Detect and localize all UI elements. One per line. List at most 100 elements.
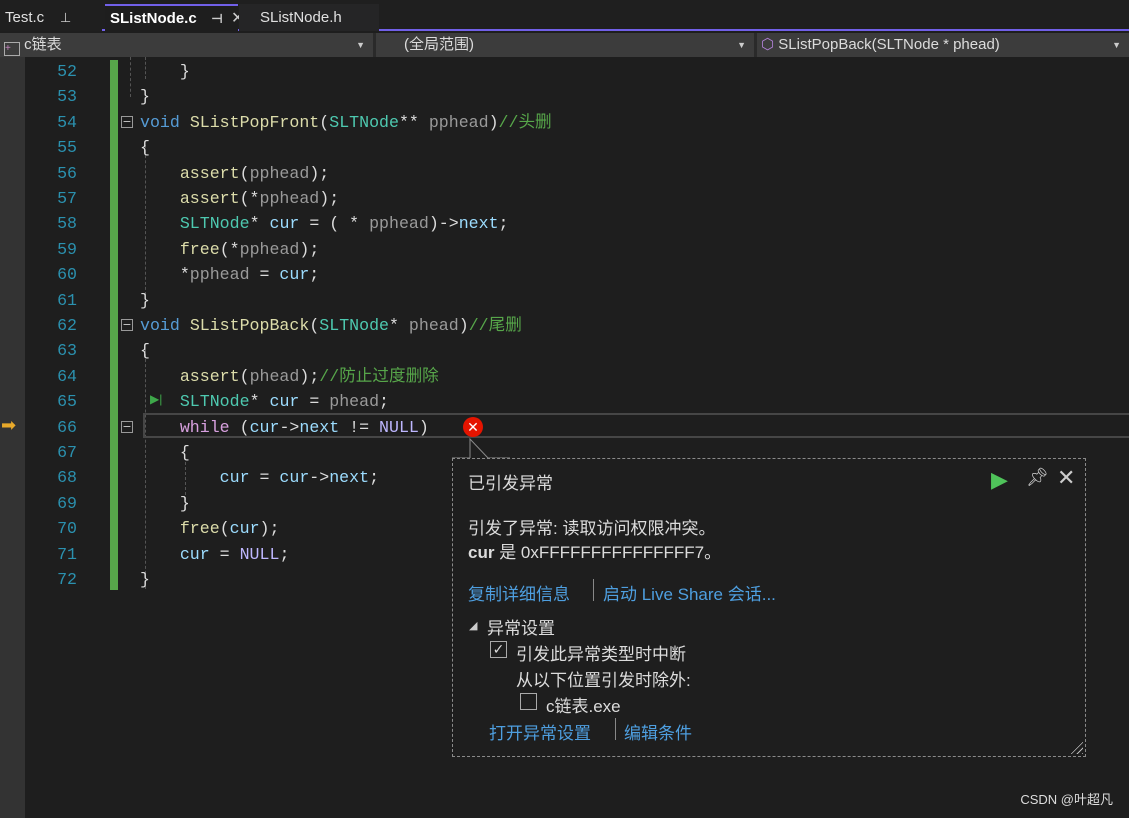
code-token: NULL <box>379 417 419 437</box>
pin-icon[interactable]: ⊣ <box>211 6 223 31</box>
code-line[interactable]: 56 assert(pphead); <box>25 161 1129 186</box>
code-token: = <box>249 265 280 285</box>
collapse-icon[interactable]: − <box>121 420 133 433</box>
collapse-triangle-icon[interactable]: ◢ <box>469 619 477 632</box>
code-text: } <box>140 567 150 592</box>
line-number: 59 <box>57 239 77 259</box>
line-number: 71 <box>57 544 77 564</box>
code-token: //头删 <box>498 112 552 132</box>
close-icon[interactable]: ✕ <box>1057 465 1075 491</box>
code-token: )-> <box>428 214 459 234</box>
code-token: void <box>140 316 180 335</box>
code-line[interactable]: 59 free(*pphead); <box>25 237 1129 262</box>
exception-settings-header[interactable]: 异常设置 <box>487 614 555 639</box>
code-token: assert <box>179 163 240 183</box>
line-number: 72 <box>57 570 77 589</box>
code-text: } <box>140 84 150 109</box>
scope-dropdown[interactable]: (全局范围) ▼ <box>376 33 757 57</box>
code-token: ( <box>319 112 330 132</box>
indicator-margin[interactable]: ➡ <box>0 57 25 818</box>
code-line[interactable]: 52 } <box>25 59 1129 84</box>
line-number: 60 <box>57 265 77 285</box>
exe-checkbox[interactable] <box>520 693 537 710</box>
collapse-icon[interactable]: − <box>121 115 133 128</box>
project-dropdown[interactable]: + c链表 ▼ <box>0 33 376 57</box>
code-token: { <box>140 138 150 158</box>
project-label: c链表 <box>24 36 62 53</box>
line-number: 53 <box>57 87 77 107</box>
code-token: ); <box>309 163 330 183</box>
chevron-down-icon: ▼ <box>737 40 746 50</box>
line-number: 63 <box>57 341 77 361</box>
code-text: void SListPopBack(SLTNode* phead)//尾删 <box>140 313 522 338</box>
tab-test-c[interactable]: Test.c ⊥ <box>0 4 102 31</box>
collapse-icon[interactable]: − <box>121 319 133 331</box>
code-token: ( <box>229 417 250 437</box>
pin-icon[interactable]: 📌︎ <box>1026 467 1049 488</box>
code-token: ; <box>309 265 320 285</box>
code-line[interactable]: 54 − void SListPopFront(SLTNode** pphead)/… <box>25 110 1129 135</box>
tab-slistnode-c[interactable]: SListNode.c ⊣ ✕ <box>105 4 244 31</box>
code-line[interactable]: 58 SLTNode* cur = ( * pphead)->next; <box>25 211 1129 236</box>
code-line[interactable]: 65 SLTNode* cur = phead; <box>25 389 1129 414</box>
code-text: assert(pphead); <box>140 161 329 186</box>
open-exception-settings-link[interactable]: 打开异常设置 <box>489 719 591 744</box>
edit-conditions-link[interactable]: 编辑条件 <box>624 719 692 744</box>
break-checkbox[interactable]: ✓ <box>490 641 507 658</box>
code-token: cur <box>219 468 250 488</box>
code-text: void SListPopFront(SLTNode** pphead)//头删 <box>140 110 552 135</box>
popup-pointer <box>452 437 510 459</box>
code-token: free <box>179 239 220 259</box>
exception-message: 引发了异常: 读取访问权限冲突。 <box>468 519 716 538</box>
member-label: SListPopBack(SLTNode * phead) <box>778 36 1000 53</box>
member-dropdown[interactable]: ⬡ SListPopBack(SLTNode * phead) ▼ <box>757 33 1129 57</box>
code-token: ); <box>299 366 320 386</box>
code-line[interactable]: 64 assert(phead);//防止过度删除 <box>25 364 1129 389</box>
code-line[interactable]: 53} <box>25 84 1129 109</box>
code-text: SLTNode* cur = ( * pphead)->next; <box>140 211 509 236</box>
project-icon: + <box>4 42 20 56</box>
code-text: SLTNode* cur = phead; <box>140 389 389 414</box>
code-token: void <box>140 112 180 132</box>
code-token: next <box>458 214 499 234</box>
code-token: NULL <box>239 544 280 564</box>
code-token: * <box>249 392 270 412</box>
copy-details-link[interactable]: 复制详细信息 <box>468 580 570 605</box>
continue-icon[interactable]: ▶ <box>991 467 1008 493</box>
pin-icon[interactable]: ⊥ <box>60 4 71 31</box>
code-text: { <box>140 338 150 363</box>
tab-strip: Test.c ⊥ SListNode.c ⊣ ✕ SListNode.h <box>0 0 1129 31</box>
line-number: 56 <box>57 163 77 183</box>
run-to-click-icon[interactable]: ▶| <box>150 392 162 406</box>
code-token: SListPopFront <box>189 112 320 132</box>
code-token: next <box>329 468 370 488</box>
exe-label: c链表.exe <box>546 697 621 716</box>
code-line[interactable]: 62 − void SListPopBack(SLTNode* phead)//尾删 <box>25 313 1129 338</box>
tab-slistnode-h[interactable]: SListNode.h <box>239 4 379 31</box>
code-token: ) <box>418 417 429 437</box>
code-token: while <box>179 417 230 437</box>
code-line[interactable]: 60 *pphead = cur; <box>25 262 1129 287</box>
code-text: cur = cur->next; <box>140 465 379 490</box>
code-token: cur <box>249 417 280 437</box>
resize-grip-icon[interactable] <box>1069 740 1083 754</box>
code-token: cur <box>269 392 300 412</box>
code-line[interactable]: 63 { <box>25 338 1129 363</box>
navigation-bar: + c链表 ▼ (全局范围) ▼ ⬡ SListPopBack(SLTNode * … <box>0 33 1129 57</box>
code-line[interactable]: 61} <box>25 288 1129 313</box>
method-icon: ⬡ <box>761 36 775 53</box>
code-token: ** <box>398 112 429 132</box>
code-token: cur <box>279 265 310 285</box>
code-line[interactable]: 66 − while (cur->next != NULL) <box>25 415 1129 440</box>
code-line[interactable]: 55 { <box>25 135 1129 160</box>
code-token: next <box>299 417 340 437</box>
code-line[interactable]: 57 assert(*pphead); <box>25 186 1129 211</box>
tab-label: SListNode.h <box>260 9 342 26</box>
code-text: } <box>140 288 150 313</box>
code-token: pphead <box>259 189 320 208</box>
code-token: } <box>140 290 150 310</box>
live-share-link[interactable]: 启动 Live Share 会话... <box>603 580 776 605</box>
